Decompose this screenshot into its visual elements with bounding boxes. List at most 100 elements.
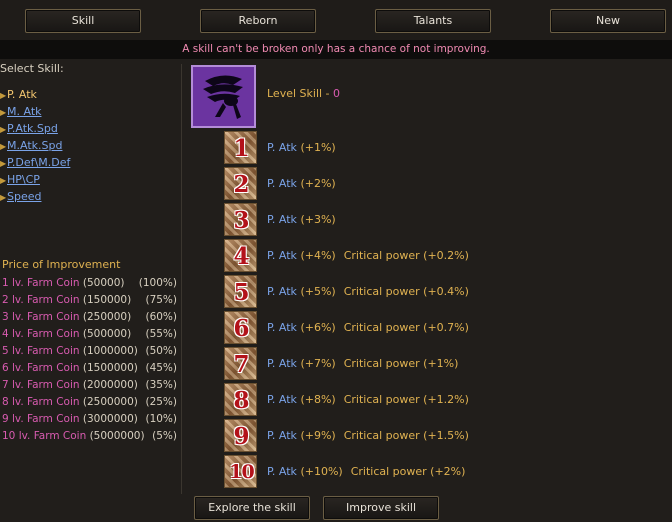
stat-name: P. Atk bbox=[267, 177, 297, 190]
scroll-icon[interactable]: 10 bbox=[224, 455, 257, 488]
price-row: 1 lv. Farm Coin (50000) (100%) bbox=[2, 275, 180, 292]
skill-item-label[interactable]: HP\CP bbox=[7, 173, 40, 186]
level-description: P. Atk (+4%) Critical power (+0.2%) bbox=[267, 249, 469, 262]
arrow-right-icon: ▶ bbox=[0, 125, 7, 134]
price-label: 8 lv. Farm Coin bbox=[2, 396, 80, 408]
price-row: 7 lv. Farm Coin (2000000) (35%) bbox=[2, 377, 180, 394]
improve-skill-button[interactable]: Improve skill bbox=[323, 496, 439, 520]
explore-skill-button[interactable]: Explore the skill bbox=[194, 496, 310, 520]
level-row: 10 P. Atk (+10%) Critical power (+2%) bbox=[224, 452, 664, 488]
arrow-right-icon: ▶ bbox=[0, 159, 7, 168]
stat-bonus: (+1%) bbox=[300, 141, 336, 154]
price-amount: (1500000) bbox=[82, 362, 138, 374]
tab-bar: Skill Reborn Talants New bbox=[0, 0, 672, 40]
level-row: 9 P. Atk (+9%) Critical power (+1.5%) bbox=[224, 416, 664, 452]
scroll-icon[interactable]: 7 bbox=[224, 347, 257, 380]
price-row: 3 lv. Farm Coin (250000) (60%) bbox=[2, 309, 180, 326]
level-description: P. Atk (+5%) Critical power (+0.4%) bbox=[267, 285, 469, 298]
level-row: 6 P. Atk (+6%) Critical power (+0.7%) bbox=[224, 308, 664, 344]
scroll-icon[interactable]: 6 bbox=[224, 311, 257, 344]
crit-bonus: (+2%) bbox=[430, 465, 466, 478]
stat-name: P. Atk bbox=[267, 429, 297, 442]
level-number: 8 bbox=[233, 387, 250, 414]
level-row: 2 P. Atk (+2%) bbox=[224, 164, 664, 200]
winged-emblem-icon bbox=[191, 65, 256, 128]
skill-list: ▶P. Atk ▶M. Atk ▶P.Atk.Spd ▶M.Atk.Spd ▶P… bbox=[0, 86, 70, 205]
tab-talants[interactable]: Talants bbox=[375, 9, 491, 33]
scroll-icon[interactable]: 8 bbox=[224, 383, 257, 416]
level-description: P. Atk (+9%) Critical power (+1.5%) bbox=[267, 429, 469, 442]
crit-bonus: (+1.2%) bbox=[423, 393, 469, 406]
price-row: 9 lv. Farm Coin (3000000) (10%) bbox=[2, 411, 180, 428]
tab-reborn[interactable]: Reborn bbox=[200, 9, 316, 33]
skill-item-label[interactable]: P.Atk.Spd bbox=[7, 122, 58, 135]
level-skill-value: 0 bbox=[333, 87, 341, 100]
stat-bonus: (+7%) bbox=[300, 357, 336, 370]
skill-item-label[interactable]: M. Atk bbox=[7, 105, 42, 118]
price-chance: (45%) bbox=[145, 362, 177, 374]
price-row: 4 lv. Farm Coin (500000) (55%) bbox=[2, 326, 180, 343]
tab-new[interactable]: New bbox=[550, 9, 666, 33]
crit-name: Critical power bbox=[343, 357, 420, 370]
scroll-icon[interactable]: 2 bbox=[224, 167, 257, 200]
price-label: 10 lv. Farm Coin bbox=[2, 430, 87, 442]
crit-bonus: (+0.7%) bbox=[423, 321, 469, 334]
price-label: 9 lv. Farm Coin bbox=[2, 413, 80, 425]
level-row: 4 P. Atk (+4%) Critical power (+0.2%) bbox=[224, 236, 664, 272]
skill-item-label[interactable]: M.Atk.Spd bbox=[7, 139, 62, 152]
arrow-right-icon: ▶ bbox=[0, 193, 7, 202]
price-chance: (25%) bbox=[145, 396, 177, 408]
scroll-icon[interactable]: 5 bbox=[224, 275, 257, 308]
arrow-right-icon: ▶ bbox=[0, 91, 7, 100]
stat-bonus: (+8%) bbox=[300, 393, 336, 406]
stat-bonus: (+6%) bbox=[300, 321, 336, 334]
skill-item-p-atk[interactable]: ▶P. Atk bbox=[0, 86, 70, 103]
price-chance: (35%) bbox=[145, 379, 177, 391]
stat-name: P. Atk bbox=[267, 357, 297, 370]
price-chance: (100%) bbox=[138, 277, 177, 289]
crit-name: Critical power bbox=[343, 429, 420, 442]
level-description: P. Atk (+7%) Critical power (+1%) bbox=[267, 357, 458, 370]
price-amount: (3000000) bbox=[82, 413, 138, 425]
price-amount: (150000) bbox=[82, 294, 132, 306]
level-description: P. Atk (+10%) Critical power (+2%) bbox=[267, 465, 465, 478]
level-number: 10 bbox=[229, 461, 254, 483]
crit-bonus: (+1%) bbox=[423, 357, 459, 370]
price-amount: (500000) bbox=[82, 328, 132, 340]
skill-item-label[interactable]: Speed bbox=[7, 190, 41, 203]
scroll-icon[interactable]: 3 bbox=[224, 203, 257, 236]
scroll-icon[interactable]: 4 bbox=[224, 239, 257, 272]
level-row: 3 P. Atk (+3%) bbox=[224, 200, 664, 236]
stat-bonus: (+4%) bbox=[300, 249, 336, 262]
skill-item-label[interactable]: P.Def\M.Def bbox=[7, 156, 70, 169]
level-number: 1 bbox=[233, 135, 250, 162]
price-label: 3 lv. Farm Coin bbox=[2, 311, 80, 323]
level-row: 7 P. Atk (+7%) Critical power (+1%) bbox=[224, 344, 664, 380]
notice-bar: A skill can't be broken only has a chanc… bbox=[0, 40, 672, 59]
level-skill-label: Level Skill - 0 bbox=[267, 87, 340, 100]
skill-item-hp-cp[interactable]: ▶HP\CP bbox=[0, 171, 70, 188]
scroll-icon[interactable]: 1 bbox=[224, 131, 257, 164]
price-chance: (50%) bbox=[145, 345, 177, 357]
stat-bonus: (+2%) bbox=[300, 177, 336, 190]
skill-item-m-atk-spd[interactable]: ▶M.Atk.Spd bbox=[0, 137, 70, 154]
crit-name: Critical power bbox=[343, 393, 420, 406]
tab-skill[interactable]: Skill bbox=[25, 9, 141, 33]
crit-bonus: (+1.5%) bbox=[423, 429, 469, 442]
level-row: 5 P. Atk (+5%) Critical power (+0.4%) bbox=[224, 272, 664, 308]
stat-bonus: (+5%) bbox=[300, 285, 336, 298]
price-row: 5 lv. Farm Coin (1000000) (50%) bbox=[2, 343, 180, 360]
level-skill-text: Level Skill - bbox=[267, 87, 334, 100]
level-number: 4 bbox=[233, 243, 250, 270]
price-row: 10 lv. Farm Coin (5000000) (5%) bbox=[2, 428, 180, 445]
skill-item-p-def-m-def[interactable]: ▶P.Def\M.Def bbox=[0, 154, 70, 171]
crit-name: Critical power bbox=[343, 249, 420, 262]
scroll-icon[interactable]: 9 bbox=[224, 419, 257, 452]
stat-name: P. Atk bbox=[267, 249, 297, 262]
skill-item-p-atk-spd[interactable]: ▶P.Atk.Spd bbox=[0, 120, 70, 137]
arrow-right-icon: ▶ bbox=[0, 108, 7, 117]
skill-item-speed[interactable]: ▶Speed bbox=[0, 188, 70, 205]
skill-item-m-atk[interactable]: ▶M. Atk bbox=[0, 103, 70, 120]
level-description: P. Atk (+8%) Critical power (+1.2%) bbox=[267, 393, 469, 406]
left-panel: Select Skill: ▶P. Atk ▶M. Atk ▶P.Atk.Spd… bbox=[0, 59, 181, 522]
